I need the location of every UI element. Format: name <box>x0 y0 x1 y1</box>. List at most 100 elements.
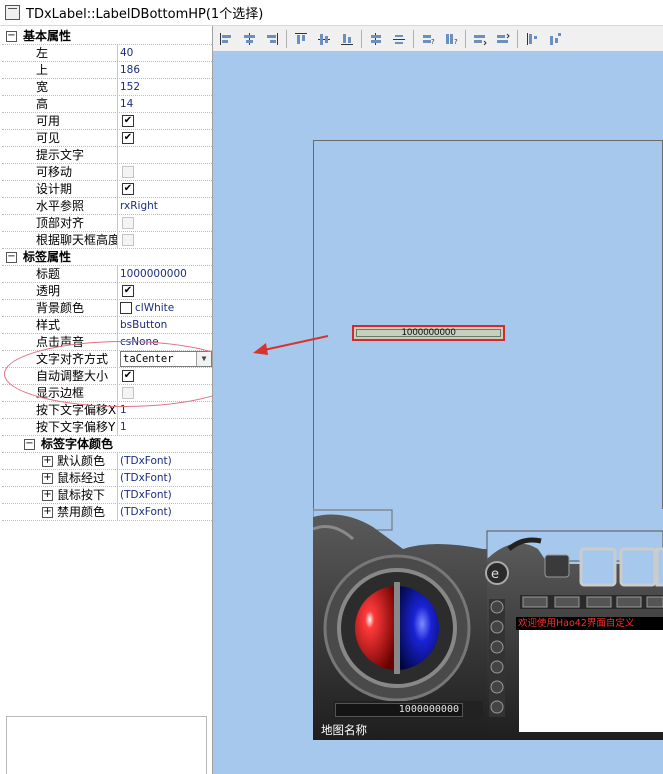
prop-value[interactable]: 1000000000 <box>118 266 212 282</box>
prop-value[interactable]: 40 <box>118 45 212 61</box>
prop-chatfit[interactable]: 根据聊天框高度 <box>2 232 212 249</box>
prop-offy[interactable]: 按下文字偏移Y 1 <box>2 419 212 436</box>
enabled-checkbox[interactable]: ✔ <box>122 115 134 127</box>
expand-icon[interactable]: + <box>42 472 53 484</box>
prop-value[interactable]: 1 <box>118 402 212 418</box>
prop-enabled[interactable]: 可用 ✔ <box>2 113 212 130</box>
prop-name: 自动调整大小 <box>2 368 118 384</box>
prop-hanchor[interactable]: 水平参照 rxRight <box>2 198 212 215</box>
prop-value[interactable]: csNone <box>118 334 212 350</box>
chat-area[interactable] <box>519 630 663 732</box>
autosize-checkbox[interactable]: ✔ <box>122 370 134 382</box>
collapse-icon[interactable]: − <box>6 251 17 263</box>
category-label[interactable]: − 标签属性 <box>2 249 212 266</box>
selected-hp-label[interactable]: 1000000000 <box>352 325 505 341</box>
collapse-icon[interactable]: − <box>24 438 35 450</box>
expand-icon[interactable]: + <box>42 506 53 518</box>
prop-name: 可移动 <box>2 164 118 180</box>
border-checkbox[interactable] <box>122 387 134 399</box>
prop-value[interactable]: 1 <box>118 419 212 435</box>
expand-icon[interactable]: + <box>42 455 53 467</box>
prop-value[interactable]: clWhite <box>135 300 174 316</box>
svg-text:?: ? <box>431 38 435 46</box>
map-name-label: 地图名称 <box>321 723 367 737</box>
prop-bgcolor[interactable]: 背景颜色 clWhite <box>2 300 212 317</box>
size-height-icon[interactable]: ? <box>442 30 460 48</box>
space-equal-h-icon[interactable] <box>367 30 385 48</box>
align-right-icon[interactable] <box>263 30 281 48</box>
align-toolbar: ? ? <box>213 26 663 52</box>
align-center-v-icon[interactable] <box>315 30 333 48</box>
prop-top[interactable]: 上 186 <box>2 62 212 79</box>
property-grid: − 基本属性 左 40 上 186 宽 152 高 14 可用 ✔ 可见 ✔ 提示文字 可移动… <box>2 28 212 521</box>
bring-front-icon[interactable] <box>471 30 489 48</box>
expand-icon[interactable]: + <box>42 489 53 501</box>
align-bottom-icon[interactable] <box>338 30 356 48</box>
align-center-h-icon[interactable] <box>240 30 258 48</box>
transparent-checkbox[interactable]: ✔ <box>122 285 134 297</box>
toolbar-separator <box>361 29 362 48</box>
toolbar-separator <box>413 29 414 48</box>
design-checkbox[interactable]: ✔ <box>122 183 134 195</box>
lock-icon[interactable] <box>523 30 541 48</box>
prop-align[interactable]: 文字对齐方式 taCenter ▼ <box>2 351 212 368</box>
prop-name: 样式 <box>2 317 118 333</box>
category-fontcolors[interactable]: − 标签字体颜色 <box>2 436 212 453</box>
collapse-icon[interactable]: − <box>6 30 17 42</box>
prop-visible[interactable]: 可见 ✔ <box>2 130 212 147</box>
prop-value[interactable]: (TDxFont) <box>118 470 212 486</box>
prop-name: 顶部对齐 <box>2 215 118 231</box>
prop-value[interactable]: rxRight <box>118 198 212 214</box>
category-basic[interactable]: − 基本属性 <box>2 28 212 45</box>
align-top-icon[interactable] <box>292 30 310 48</box>
align-select[interactable]: taCenter ▼ <box>120 351 212 367</box>
category-label: 基本属性 <box>23 29 72 43</box>
prop-value[interactable]: 186 <box>118 62 212 78</box>
prop-autosize[interactable]: 自动调整大小 ✔ <box>2 368 212 385</box>
topalign-checkbox[interactable] <box>122 217 134 229</box>
prop-name: 高 <box>2 96 118 112</box>
prop-caption[interactable]: 标题 1000000000 <box>2 266 212 283</box>
prop-value[interactable]: bsButton <box>118 317 212 333</box>
prop-value[interactable] <box>118 147 212 163</box>
prop-value[interactable]: 152 <box>118 79 212 95</box>
prop-value[interactable]: 14 <box>118 96 212 112</box>
align-left-icon[interactable] <box>217 30 235 48</box>
prop-value[interactable]: (TDxFont) <box>118 504 212 520</box>
prop-name: 左 <box>2 45 118 61</box>
prop-sound[interactable]: 点击声音 csNone <box>2 334 212 351</box>
color-swatch[interactable] <box>120 302 132 314</box>
prop-hint[interactable]: 提示文字 <box>2 147 212 164</box>
prop-font-disabled[interactable]: + 禁用颜色 (TDxFont) <box>2 504 212 521</box>
app-icon <box>5 5 20 20</box>
prop-offx[interactable]: 按下文字偏移X 1 <box>2 402 212 419</box>
prop-name: 按下文字偏移X <box>2 402 118 418</box>
movable-checkbox[interactable] <box>122 166 134 178</box>
send-back-icon[interactable] <box>494 30 512 48</box>
prop-value[interactable]: (TDxFont) <box>118 453 212 469</box>
svg-text:?: ? <box>454 38 458 46</box>
chat-welcome-text: 欢迎使用Hao42界面自定义 <box>516 617 663 630</box>
window-titlebar: TDxLabel::LabelDBottomHP(1个选择) <box>0 0 663 26</box>
unlock-icon[interactable] <box>546 30 564 48</box>
prop-value[interactable]: (TDxFont) <box>118 487 212 503</box>
prop-font-default[interactable]: + 默认颜色 (TDxFont) <box>2 453 212 470</box>
prop-width[interactable]: 宽 152 <box>2 79 212 96</box>
prop-font-hover[interactable]: + 鼠标经过 (TDxFont) <box>2 470 212 487</box>
prop-height[interactable]: 高 14 <box>2 96 212 113</box>
visible-checkbox[interactable]: ✔ <box>122 132 134 144</box>
prop-left[interactable]: 左 40 <box>2 45 212 62</box>
prop-transparent[interactable]: 透明 ✔ <box>2 283 212 300</box>
chevron-down-icon[interactable]: ▼ <box>196 352 211 366</box>
prop-topalign[interactable]: 顶部对齐 <box>2 215 212 232</box>
chatfit-checkbox[interactable] <box>122 234 134 246</box>
prop-design[interactable]: 设计期 ✔ <box>2 181 212 198</box>
prop-name: 提示文字 <box>2 147 118 163</box>
size-width-icon[interactable]: ? <box>419 30 437 48</box>
prop-style[interactable]: 样式 bsButton <box>2 317 212 334</box>
prop-movable[interactable]: 可移动 <box>2 164 212 181</box>
prop-font-down[interactable]: + 鼠标按下 (TDxFont) <box>2 487 212 504</box>
prop-name: 上 <box>2 62 118 78</box>
space-equal-v-icon[interactable] <box>390 30 408 48</box>
prop-border[interactable]: 显示边框 <box>2 385 212 402</box>
